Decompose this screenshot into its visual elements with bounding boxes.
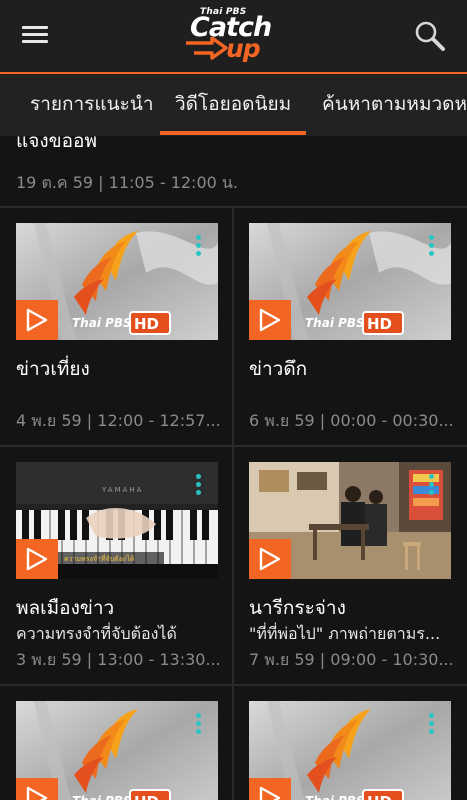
tab-popular-videos[interactable]: วิดีโอยอดนิยม — [175, 74, 291, 136]
category-tabs: รายการแนะนำ วิดีโอยอดนิยม ค้นหาตามหมวดหม… — [0, 74, 467, 136]
menu-bar — [22, 26, 48, 29]
video-airtime: 7 พ.ย 59 | 09:00 - 10:30... — [249, 650, 454, 669]
tab-browse-category[interactable]: ค้นหาตามหมวดหมู่ — [322, 74, 467, 136]
more-options-icon[interactable] — [196, 474, 202, 496]
play-button-icon[interactable] — [16, 778, 58, 800]
more-options-icon[interactable] — [429, 474, 435, 496]
tab-recommended[interactable]: รายการแนะนำ — [30, 74, 153, 136]
svg-text:Thai PBS: Thai PBS — [305, 316, 365, 330]
more-options-icon[interactable] — [196, 713, 202, 735]
active-tab-indicator — [160, 131, 306, 135]
play-button-icon[interactable] — [249, 539, 291, 579]
more-options-icon[interactable] — [196, 235, 202, 257]
svg-text:HD: HD — [134, 315, 159, 333]
video-airtime: 6 พ.ย 59 | 00:00 - 00:30... — [249, 411, 454, 430]
video-title[interactable]: ข่าวดึก — [249, 354, 307, 384]
hamburger-menu-icon[interactable] — [22, 24, 50, 46]
svg-text:Thai PBS: Thai PBS — [72, 794, 132, 800]
svg-text:YAMAHA: YAMAHA — [101, 486, 143, 494]
video-thumbnail[interactable]: Thai PBS HD — [16, 701, 218, 800]
svg-text:HD: HD — [134, 793, 159, 800]
video-subtitle: ความทรงจำที่จับต้องได้ — [16, 624, 177, 643]
menu-bar — [22, 40, 48, 43]
video-airtime: 3 พ.ย 59 | 13:00 - 13:30... — [16, 650, 221, 669]
video-thumbnail[interactable]: Thai PBS HD — [249, 223, 451, 340]
partial-item-meta: 19 ต.ค 59 | 11:05 - 12:00 น. — [16, 173, 238, 192]
play-button-icon[interactable] — [249, 300, 291, 340]
play-button-icon[interactable] — [16, 539, 58, 579]
catchup-logo[interactable]: Thai PBS Catch up — [182, 5, 286, 65]
play-button-icon[interactable] — [249, 778, 291, 800]
video-subtitle: "ที่ที่พ่อไป" ภาพถ่ายตามร... — [249, 624, 441, 643]
video-thumbnail[interactable]: YAMAHA ความทรงจำที่จับต้องได้ — [16, 462, 218, 579]
menu-bar — [22, 33, 48, 36]
play-button-icon[interactable] — [16, 300, 58, 340]
more-options-icon[interactable] — [429, 713, 435, 735]
column-divider — [232, 686, 234, 800]
svg-text:Thai PBS: Thai PBS — [305, 794, 365, 800]
video-airtime: 4 พ.ย 59 | 12:00 - 12:57... — [16, 411, 221, 430]
partial-item-title: แจงข้ออัพ — [16, 136, 97, 152]
video-title[interactable]: ข่าวเที่ยง — [16, 354, 90, 384]
video-list[interactable]: แจงข้ออัพ 19 ต.ค 59 | 11:05 - 12:00 น. T… — [0, 136, 467, 800]
video-title[interactable]: นารีกระจ่าง — [249, 593, 346, 623]
more-options-icon[interactable] — [429, 235, 435, 257]
app-header: Thai PBS Catch up — [0, 0, 467, 72]
svg-text:Thai PBS: Thai PBS — [72, 316, 132, 330]
logo-sub-text: up — [226, 34, 261, 63]
logo-arrow-icon — [186, 37, 228, 60]
svg-text:HD: HD — [367, 793, 392, 800]
video-thumbnail[interactable]: Thai PBS HD — [249, 701, 451, 800]
magnifier-search-icon[interactable] — [412, 18, 448, 54]
video-thumbnail[interactable] — [249, 462, 451, 579]
svg-text:HD: HD — [367, 315, 392, 333]
video-thumbnail[interactable]: Thai PBS HD — [16, 223, 218, 340]
video-title[interactable]: พลเมืองข่าว — [16, 593, 114, 623]
thumbnail-caption: ความทรงจำที่จับต้องได้ — [64, 554, 134, 563]
